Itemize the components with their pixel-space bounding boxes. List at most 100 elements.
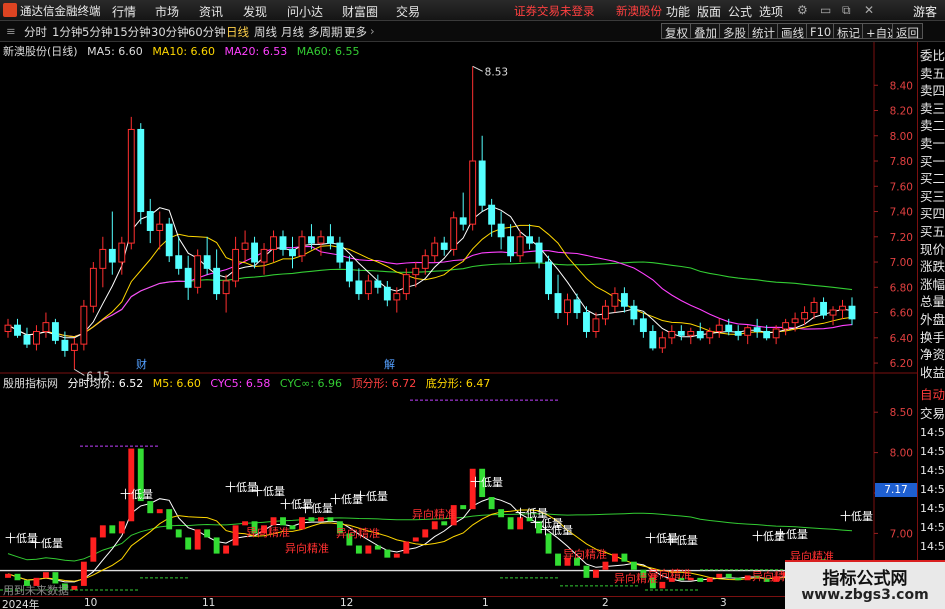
menu-news[interactable]: 资讯 (199, 3, 223, 20)
candle-body (421, 255, 429, 269)
period-tab-15min[interactable]: 15分钟 (113, 24, 151, 40)
main-axis-label-2: 8.00 (890, 131, 913, 143)
main-axis-label-7: 7.00 (890, 257, 913, 269)
indicator-bar (460, 505, 467, 510)
f10-button[interactable]: F10 (806, 23, 836, 39)
candle-body (213, 267, 221, 295)
main-axis-label-6: 7.20 (890, 232, 913, 244)
menu-fortune-circle[interactable]: 财富圈 (342, 3, 378, 20)
side-tab-18[interactable]: 收益 (920, 363, 945, 383)
indicator-bar (365, 545, 372, 554)
divergence-label-0: 异向精准 (246, 525, 290, 539)
side-bottom-2[interactable]: 14:56 (920, 423, 945, 443)
back-button[interactable]: 返回 (892, 23, 923, 40)
menu-trade[interactable]: 交易 (396, 3, 420, 20)
chevron-right-icon[interactable]: › (370, 24, 375, 38)
side-bottom-7[interactable]: 14:56 (920, 518, 945, 538)
candle-body (127, 128, 135, 244)
restore-icon[interactable]: ⧉ (842, 3, 851, 18)
menu-quotes[interactable]: 行情 (112, 3, 136, 20)
side-bottom-0[interactable]: 自动 (920, 385, 945, 405)
main-axis-label-4: 7.60 (890, 181, 913, 193)
indicator-legend-top: 顶分形: 6.72 (351, 377, 417, 390)
indicator-bar (744, 575, 751, 581)
adjust-button[interactable]: 复权 (661, 23, 692, 40)
side-bottom-8[interactable]: 14:56 (920, 537, 945, 557)
ma20-line (7, 246, 853, 338)
menu-market[interactable]: 市场 (155, 3, 179, 20)
menu-layout[interactable]: 版面 (697, 3, 721, 20)
side-bottom-3[interactable]: 14:56 (920, 442, 945, 462)
indicator-bar (602, 561, 609, 570)
menu-options[interactable]: 选项 (759, 3, 783, 20)
menu-icon[interactable]: ≡ (6, 24, 16, 38)
period-tab-minute[interactable]: 分时 (24, 24, 47, 40)
candle-body (706, 330, 714, 339)
main-axis-label-9: 6.60 (890, 308, 913, 320)
trade-login-status[interactable]: 证券交易未登录 (514, 3, 595, 19)
candle-body (194, 255, 202, 288)
chart-area[interactable]: 8.40 8.20 8.00 7.80 7.60 7.40 7.20 7.00 6.80 6.60… (0, 42, 917, 609)
menu-ask-xiaoda[interactable]: 问小达 (287, 3, 323, 20)
candle-body (639, 318, 647, 332)
menu-formula[interactable]: 公式 (728, 3, 752, 20)
candle-body (14, 324, 21, 336)
statistics-button[interactable]: 统计 (748, 23, 779, 40)
indicator-legend: 殷朋指标网 分时均价: 6.52 M5: 6.60 CYC5: 6.58 CYC… (3, 375, 496, 391)
period-toolbar: ≡ 分时 1分钟 5分钟 15分钟 30分钟 60分钟 日线 周线 月线 多周期… (0, 21, 945, 42)
indicator-bar (5, 573, 11, 578)
high-label: 8.53 (485, 66, 508, 78)
candle-body (725, 324, 733, 332)
period-tab-multi[interactable]: 多周期 (308, 24, 343, 40)
candle-body (507, 236, 515, 257)
indicator-bar (147, 501, 154, 514)
main-legend-ma20: MA20: 6.53 (224, 45, 288, 58)
candle-body (573, 299, 581, 314)
candle-body (715, 324, 723, 332)
side-bottom-5[interactable]: 14:56 (920, 480, 945, 500)
candle-body (791, 318, 799, 324)
candle-body (829, 309, 837, 316)
side-bottom-4[interactable]: 14:56 (920, 461, 945, 481)
minimize-icon[interactable]: ▭ (820, 3, 831, 17)
indicator-bar (611, 553, 618, 562)
indicator-bar (374, 545, 381, 550)
mark-button[interactable]: 标记 (833, 23, 864, 40)
sub-axis-label-0: 8.50 (890, 407, 913, 419)
menu-functions[interactable]: 功能 (666, 3, 690, 20)
multi-stock-button[interactable]: 多股 (719, 23, 750, 40)
date-tick-mar: 3 (720, 597, 727, 609)
guest-login[interactable]: 游客 (913, 3, 937, 20)
side-bottom-1[interactable]: 交易 (920, 404, 945, 424)
indicator-bar (583, 565, 590, 578)
indicator-bar (299, 517, 305, 530)
close-icon[interactable]: ✕ (864, 3, 874, 17)
period-tab-more[interactable]: 更多 (344, 24, 367, 40)
side-bottom-6[interactable]: 14:56 (920, 499, 945, 519)
menu-discover[interactable]: 发现 (243, 3, 267, 20)
period-tab-weekly[interactable]: 周线 (254, 24, 277, 40)
candle-body (42, 322, 50, 332)
settings-icon[interactable]: ⚙ (797, 3, 808, 17)
future-data-note: 用到未来数据 (3, 584, 69, 597)
indicator-bar (498, 509, 505, 518)
period-tab-daily[interactable]: 日线 (226, 24, 249, 40)
low-volume-label-1: 十低量 (30, 536, 63, 550)
period-tab-monthly[interactable]: 月线 (281, 24, 304, 40)
app-logo-icon (3, 3, 17, 17)
candle-body (469, 160, 477, 225)
indicator-bar (393, 553, 400, 558)
period-tab-1min[interactable]: 1分钟 (52, 24, 82, 40)
period-tab-60min[interactable]: 60分钟 (188, 24, 226, 40)
overlay-button[interactable]: 叠加 (690, 23, 721, 40)
period-tab-30min[interactable]: 30分钟 (151, 24, 189, 40)
indicator-bar (71, 585, 78, 590)
candle-body (383, 286, 391, 301)
candle-body (734, 330, 742, 336)
indicator-bar (118, 521, 125, 534)
indicator-bar (318, 517, 324, 522)
period-tab-5min[interactable]: 5分钟 (82, 24, 112, 40)
chart-canvas[interactable]: 8.40 8.20 8.00 7.80 7.60 7.40 7.20 7.00 6.80 6.60… (0, 42, 917, 609)
indicator-bar (725, 573, 732, 578)
draw-line-button[interactable]: 画线 (777, 23, 808, 40)
